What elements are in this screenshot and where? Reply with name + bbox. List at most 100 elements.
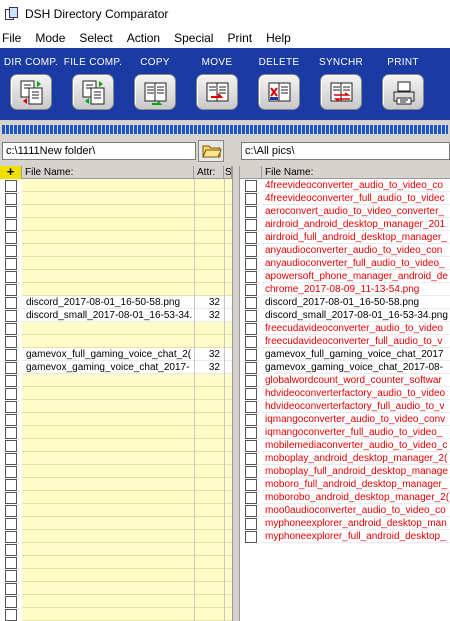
right-file-row[interactable]: iqmangoconverter_audio_to_video_conv — [240, 413, 450, 426]
row-checkbox[interactable] — [5, 297, 17, 309]
row-checkbox[interactable] — [5, 414, 17, 426]
row-checkbox[interactable] — [5, 219, 17, 231]
right-file-row[interactable]: globalwordcount_word_counter_softwar — [240, 374, 450, 387]
menu-select[interactable]: Select — [73, 31, 120, 45]
right-file-row[interactable]: apowersoft_phone_manager_android_de — [240, 270, 450, 283]
row-checkbox[interactable] — [5, 609, 17, 621]
left-file-row[interactable] — [0, 608, 232, 621]
row-checkbox[interactable] — [5, 453, 17, 465]
right-file-row[interactable]: 4freevideoconverter_audio_to_video_co — [240, 179, 450, 192]
row-checkbox[interactable] — [5, 479, 17, 491]
right-file-row[interactable]: mobilemediaconverter_audio_to_video_c — [240, 439, 450, 452]
row-checkbox[interactable] — [5, 362, 17, 374]
right-file-row[interactable]: gamevox_full_gaming_voice_chat_2017 — [240, 348, 450, 361]
row-checkbox[interactable] — [5, 388, 17, 400]
row-checkbox[interactable] — [245, 219, 257, 231]
row-checkbox[interactable] — [245, 427, 257, 439]
row-checkbox[interactable] — [245, 323, 257, 335]
row-checkbox[interactable] — [245, 258, 257, 270]
left-file-row[interactable] — [0, 595, 232, 608]
row-checkbox[interactable] — [245, 479, 257, 491]
right-file-row[interactable]: moborobo_android_desktop_manager_2( — [240, 491, 450, 504]
right-file-row[interactable]: discord_2017-08-01_16-50-58.png — [240, 296, 450, 309]
row-checkbox[interactable] — [5, 310, 17, 322]
right-file-row[interactable]: chrome_2017-08-09_11-13-54.png — [240, 283, 450, 296]
right-file-row[interactable]: iqmangoconverter_full_audio_to_video_ — [240, 426, 450, 439]
left-file-row[interactable] — [0, 400, 232, 413]
right-file-row[interactable]: anyaudioconverter_audio_to_video_con — [240, 244, 450, 257]
row-checkbox[interactable] — [245, 518, 257, 530]
left-header-filename[interactable]: File Name: — [22, 166, 194, 179]
right-file-row[interactable]: freecudavideoconverter_full_audio_to_v — [240, 335, 450, 348]
row-checkbox[interactable] — [5, 375, 17, 387]
left-file-row[interactable] — [0, 465, 232, 478]
move-button[interactable]: MOVE — [186, 48, 248, 120]
row-checkbox[interactable] — [245, 401, 257, 413]
left-file-row[interactable] — [0, 205, 232, 218]
left-path-input[interactable] — [2, 142, 196, 160]
left-file-row[interactable] — [0, 491, 232, 504]
row-checkbox[interactable] — [245, 375, 257, 387]
row-checkbox[interactable] — [5, 401, 17, 413]
row-checkbox[interactable] — [245, 492, 257, 504]
row-checkbox[interactable] — [245, 297, 257, 309]
left-header-attr[interactable]: Attr: — [194, 166, 224, 179]
row-checkbox[interactable] — [5, 245, 17, 257]
row-checkbox[interactable] — [245, 453, 257, 465]
left-file-row[interactable]: gamevox_gaming_voice_chat_2017- 32 — [0, 361, 232, 374]
row-checkbox[interactable] — [5, 271, 17, 283]
left-file-row[interactable] — [0, 192, 232, 205]
left-file-row[interactable] — [0, 283, 232, 296]
right-file-row[interactable]: airdroid_full_android_desktop_manager_ — [240, 231, 450, 244]
right-file-row[interactable]: gamevox_gaming_voice_chat_2017-08- — [240, 361, 450, 374]
row-checkbox[interactable] — [245, 206, 257, 218]
left-file-row[interactable] — [0, 374, 232, 387]
row-checkbox[interactable] — [245, 531, 257, 543]
left-file-row[interactable] — [0, 218, 232, 231]
row-checkbox[interactable] — [5, 193, 17, 205]
right-header-filename[interactable]: File Name: — [262, 166, 450, 179]
left-header-size[interactable]: S — [224, 166, 232, 179]
left-file-row[interactable] — [0, 413, 232, 426]
row-checkbox[interactable] — [5, 440, 17, 452]
row-checkbox[interactable] — [5, 284, 17, 296]
right-file-row[interactable]: anyaudioconverter_full_audio_to_video_ — [240, 257, 450, 270]
left-file-row[interactable] — [0, 504, 232, 517]
menu-print[interactable]: Print — [221, 31, 260, 45]
row-checkbox[interactable] — [5, 557, 17, 569]
row-checkbox[interactable] — [5, 544, 17, 556]
dir-compare-button[interactable]: DIR COMP. — [0, 48, 62, 120]
row-checkbox[interactable] — [5, 596, 17, 608]
left-file-row[interactable] — [0, 439, 232, 452]
left-file-row[interactable] — [0, 322, 232, 335]
left-file-row[interactable] — [0, 426, 232, 439]
row-checkbox[interactable] — [245, 232, 257, 244]
right-file-row[interactable]: 4freevideoconverter_full_audio_to_videc — [240, 192, 450, 205]
left-file-row[interactable] — [0, 270, 232, 283]
left-file-row[interactable] — [0, 478, 232, 491]
left-file-row[interactable]: gamevox_full_gaming_voice_chat_2(32 — [0, 348, 232, 361]
row-checkbox[interactable] — [245, 245, 257, 257]
row-checkbox[interactable] — [245, 271, 257, 283]
row-checkbox[interactable] — [245, 349, 257, 361]
row-checkbox[interactable] — [5, 531, 17, 543]
right-path-input[interactable] — [241, 142, 450, 160]
select-all-toggle[interactable]: + — [0, 166, 22, 179]
row-checkbox[interactable] — [245, 388, 257, 400]
left-file-row[interactable] — [0, 543, 232, 556]
right-file-row[interactable]: moo0audioconverter_audio_to_video_co — [240, 504, 450, 517]
row-checkbox[interactable] — [245, 466, 257, 478]
row-checkbox[interactable] — [245, 193, 257, 205]
row-checkbox[interactable] — [245, 414, 257, 426]
right-file-row[interactable]: myphoneexplorer_android_desktop_man — [240, 517, 450, 530]
row-checkbox[interactable] — [5, 518, 17, 530]
pane-splitter[interactable] — [232, 166, 240, 621]
row-checkbox[interactable] — [5, 180, 17, 192]
left-file-row[interactable]: discord_small_2017-08-01_16-53-34. 32 — [0, 309, 232, 322]
left-file-row[interactable] — [0, 517, 232, 530]
right-file-row[interactable]: discord_small_2017-08-01_16-53-34.png — [240, 309, 450, 322]
menu-action[interactable]: Action — [121, 31, 168, 45]
row-checkbox[interactable] — [245, 505, 257, 517]
right-file-row[interactable]: freecudavideoconverter_audio_to_video — [240, 322, 450, 335]
left-file-row[interactable] — [0, 530, 232, 543]
